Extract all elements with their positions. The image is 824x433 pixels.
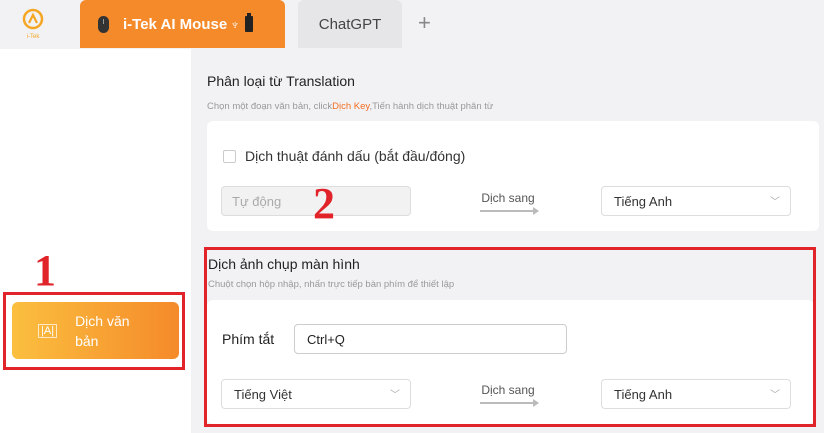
tab-chatgpt-label: ChatGPT	[318, 15, 382, 33]
logo-text: i-Tek	[27, 34, 41, 40]
chevron-down-icon: ﹀	[770, 197, 780, 208]
annotation-number-1: 1	[34, 246, 56, 295]
itek-logo: i-Tek	[18, 6, 48, 40]
translate-to-label: Dịch sang	[481, 191, 535, 205]
usb-icon: ♆	[230, 16, 240, 32]
add-tab-icon[interactable]: +	[418, 10, 431, 36]
mark-translation-checkbox[interactable]	[223, 150, 236, 163]
tab-itek-ai-mouse[interactable]: i-Tek AI Mouse ♆	[80, 0, 285, 48]
dich-key-highlight: Dịch Key	[332, 101, 370, 112]
annotation-box-2	[204, 247, 816, 427]
annotation-box-1	[3, 292, 185, 370]
desc-text: Chọn một đoạn văn bản, click	[207, 101, 333, 112]
word-translation-title: Phân loại từ Translation	[207, 73, 355, 89]
battery-icon	[244, 13, 253, 32]
target-language-value: Tiếng Anh	[614, 194, 673, 209]
word-translation-desc: Chọn một đoạn văn bản, clickDịch Key,Tiế…	[207, 101, 493, 112]
annotation-number-2: 2	[313, 179, 335, 228]
tab-itek-ai-mouse-label: i-Tek AI Mouse	[123, 15, 228, 33]
top-tab-bar: i-Tek i-Tek AI Mouse ♆ ChatGPT +	[0, 0, 824, 49]
arrow-right-icon	[480, 207, 539, 215]
target-language-select[interactable]: Tiếng Anh ﹀	[601, 186, 791, 216]
mouse-icon	[98, 15, 109, 33]
desc-text: ,Tiến hành dịch thuật phân từ	[369, 101, 494, 112]
sidebar	[0, 49, 191, 433]
tab-chatgpt[interactable]: ChatGPT	[298, 0, 402, 48]
mark-translation-label: Dịch thuật đánh dấu (bắt đầu/đóng)	[245, 148, 466, 164]
